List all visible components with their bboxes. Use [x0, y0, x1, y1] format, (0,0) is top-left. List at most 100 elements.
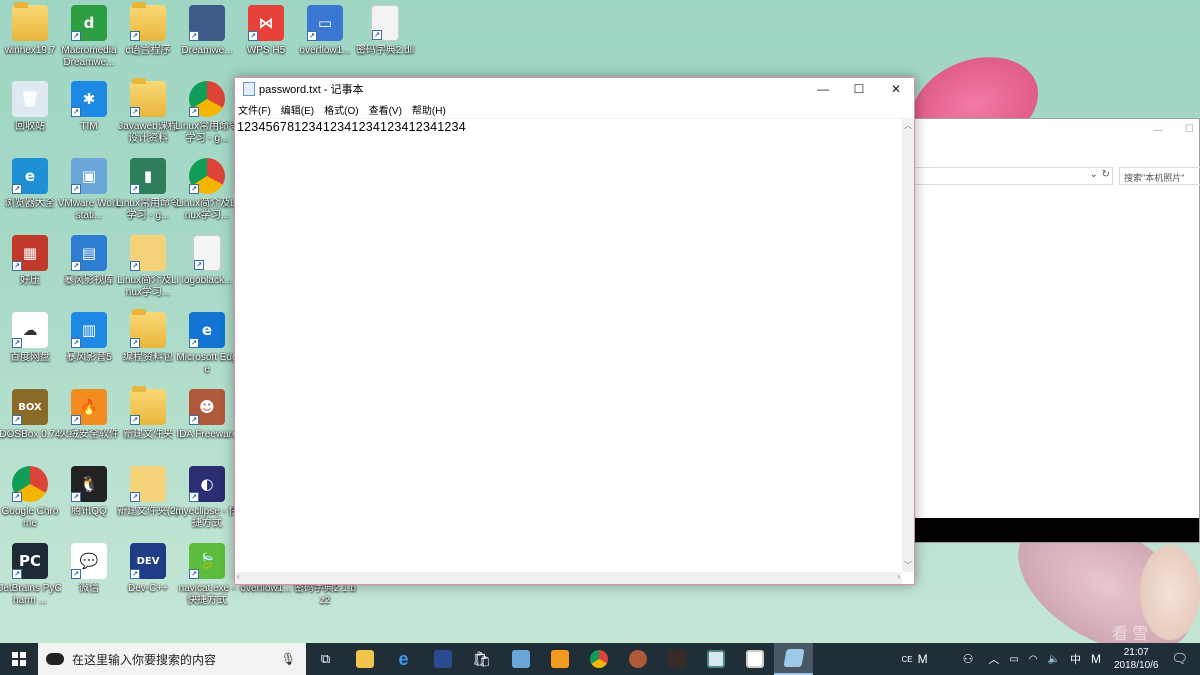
- desktop-icon[interactable]: ✱ ↗ TIM: [59, 81, 119, 153]
- desktop-icon[interactable]: ↗ logoblack...: [177, 235, 237, 307]
- desktop-icon[interactable]: e ↗ Microsoft Edge: [176, 312, 238, 384]
- desktop-icon[interactable]: DEV ↗ Dev-C++: [118, 543, 178, 615]
- folder-icon: ↗: [130, 386, 166, 425]
- menu-edit[interactable]: 编辑(E): [281, 102, 314, 117]
- taskbar-ida[interactable]: [618, 643, 657, 675]
- desktop-icon[interactable]: 🔥 ↗ 火绒安全软件: [59, 389, 119, 461]
- ime-zh[interactable]: 中: [1070, 651, 1081, 667]
- start-button[interactable]: [0, 643, 38, 675]
- desktop-icon[interactable]: ↗ 新建文件夹: [118, 386, 178, 461]
- menu-file[interactable]: 文件(F): [238, 102, 271, 117]
- ime-m2[interactable]: M: [1091, 652, 1101, 666]
- scroll-left-icon[interactable]: ‹: [237, 572, 240, 581]
- ime-m[interactable]: M: [918, 652, 928, 666]
- storm2-icon: ▥ ↗: [71, 312, 107, 348]
- desktop-icon[interactable]: PC ↗ JetBrains PyCharm ...: [0, 543, 62, 615]
- tim-icon: ✱ ↗: [71, 81, 107, 117]
- desktop-icon[interactable]: ↗ Google Chrome: [0, 466, 60, 538]
- desktop-icon[interactable]: ↗ 密码字典2.dll: [355, 5, 415, 77]
- taskbar-store[interactable]: 🛍: [462, 643, 501, 675]
- desktop-icon[interactable]: 🐧 ↗ 腾讯QQ: [59, 466, 119, 538]
- close-button[interactable]: ✕: [878, 78, 914, 100]
- desktop-icon[interactable]: ↗ c语言程序: [118, 2, 178, 77]
- taskbar-notepad[interactable]: [774, 643, 813, 675]
- scroll-down-icon[interactable]: ﹀: [904, 560, 912, 571]
- desktop-icon[interactable]: ↗ Linux常用命令学习 - g...: [175, 81, 239, 153]
- desktop-icon[interactable]: ▤ ↗ 暴风影视库: [59, 235, 119, 307]
- explorer-window[interactable]: — ☐ ⌄ ↻ 搜索"本机照片": [912, 118, 1200, 543]
- wechat-icon: 💬 ↗: [71, 543, 107, 579]
- menu-help[interactable]: 帮助(H): [412, 102, 446, 117]
- clock[interactable]: 21:07 2018/10/6: [1114, 646, 1159, 672]
- store-icon: 🛍: [471, 651, 492, 668]
- taskbar-photos[interactable]: [735, 643, 774, 675]
- watermark: 看雪: [1112, 626, 1153, 643]
- taskbar-chrome[interactable]: [579, 643, 618, 675]
- task-view-button[interactable]: ⧉: [306, 643, 345, 675]
- people-icon[interactable]: ⚇: [963, 652, 974, 666]
- desktop-icon[interactable]: ▥ ↗ 暴风影音5: [59, 312, 119, 384]
- desktop-icon[interactable]: 💬 ↗ 微信: [59, 543, 119, 615]
- desktop-icon[interactable]: e ↗ 浏览器大全: [0, 158, 60, 230]
- desktop-icon[interactable]: ↗ Linux简介及Linux学习...: [117, 235, 179, 307]
- address-bar[interactable]: ⌄ ↻: [913, 167, 1113, 185]
- notepad-window[interactable]: password.txt - 记事本 — ☐ ✕ 文件(F) 编辑(E) 格式(…: [234, 77, 915, 585]
- refresh-icon[interactable]: ↻: [1102, 169, 1110, 180]
- desktop-icon[interactable]: ▣ ↗ VMware Workstati...: [58, 158, 120, 230]
- maximize-icon[interactable]: ☐: [1185, 124, 1194, 135]
- taskbar-vmware[interactable]: [501, 643, 540, 675]
- desktop-icon[interactable]: ▦ ↗ 好压: [0, 235, 60, 307]
- taskbar-tim[interactable]: [540, 643, 579, 675]
- desktop-icon[interactable]: ↗ 编程资料包: [118, 309, 178, 384]
- desktop-icon[interactable]: ↗ 新建文件夹(2): [117, 466, 179, 538]
- desktop-icon-label: 腾讯QQ: [71, 506, 107, 517]
- scroll-right-icon[interactable]: ›: [897, 572, 900, 581]
- volume-icon[interactable]: 🔈: [1048, 654, 1060, 665]
- menu-format[interactable]: 格式(O): [324, 102, 358, 117]
- minimize-button[interactable]: —: [805, 78, 841, 100]
- desktop-icon[interactable]: winhex19.7: [0, 2, 60, 77]
- desktop-icon[interactable]: 🗑 回收站: [0, 81, 60, 153]
- desktop-icon[interactable]: ▮ ↗ Linux常用命令学习 - g...: [116, 158, 180, 230]
- menu-view[interactable]: 查看(V): [369, 102, 402, 117]
- desktop-icon[interactable]: ☻ ↗ IDA Freeware: [176, 389, 238, 461]
- desktop-icon[interactable]: 🍃 ↗ navicat.exe - 快捷方式: [177, 543, 237, 615]
- battery-icon[interactable]: ▭: [1009, 654, 1018, 665]
- taskbar-app-dark[interactable]: [657, 643, 696, 675]
- shortcut-arrow-icon: ↗: [71, 415, 81, 425]
- taskbar-edge[interactable]: e: [384, 643, 423, 675]
- vmware-icon: [511, 650, 530, 668]
- desktop-icon[interactable]: ⋈ ↗ WPS H5: [236, 5, 296, 77]
- chevron-down-icon[interactable]: ⌄: [1090, 169, 1098, 180]
- notification-icon[interactable]: 🗨: [1171, 651, 1188, 667]
- desktop-icon-label: Linux常用命令学习 - g...: [116, 198, 180, 221]
- desktop-icon[interactable]: d ↗ Macromedia Dreamwe...: [59, 5, 119, 77]
- notepad-icon: [243, 82, 255, 96]
- ime-ce[interactable]: CE: [901, 655, 912, 664]
- desktop-icon[interactable]: BOX ↗ DOSBox 0.74: [0, 389, 61, 461]
- desktop-icon[interactable]: ↗ Javaweb课程设计资料: [118, 78, 178, 153]
- chevron-up-icon[interactable]: ︿: [988, 651, 999, 667]
- wifi-icon[interactable]: ◠: [1029, 654, 1038, 665]
- microphone-icon[interactable]: 🎙: [281, 652, 296, 666]
- taskbar-explorer[interactable]: [345, 643, 384, 675]
- explorer-search-input[interactable]: 搜索"本机照片": [1119, 167, 1200, 185]
- notepad-title: password.txt - 记事本: [259, 84, 364, 96]
- notepad-title-bar[interactable]: password.txt - 记事本 — ☐ ✕: [235, 78, 914, 100]
- taskbar-devcpp[interactable]: [423, 643, 462, 675]
- taskbar-app-window[interactable]: [696, 643, 735, 675]
- desktop-icon[interactable]: ▭ ↗ overflow1...: [295, 5, 355, 77]
- horizontal-scrollbar[interactable]: ‹ ›: [235, 572, 902, 584]
- scroll-up-icon[interactable]: ︿: [904, 120, 912, 131]
- desktop-icon[interactable]: ◐ ↗ myeclipse - 快捷方式: [175, 466, 239, 538]
- editor-content[interactable]: 12345678123412341234123412341234: [235, 119, 914, 135]
- desktop-icon[interactable]: ☁ ↗ 百度网盘: [0, 312, 60, 384]
- taskbar-search[interactable]: 在这里输入你要搜索的内容 🎙: [38, 643, 306, 675]
- maximize-button[interactable]: ☐: [841, 78, 877, 100]
- desktop-icon[interactable]: ↗ Dreamwe...: [177, 5, 237, 77]
- vertical-scrollbar[interactable]: ︿ ﹀: [902, 119, 914, 572]
- desktop-icon-label: Dreamwe...: [181, 45, 233, 56]
- text-editor[interactable]: 12345678123412341234123412341234 ︿ ﹀ ‹ ›: [235, 118, 914, 584]
- minimize-icon[interactable]: —: [1153, 125, 1163, 136]
- desktop-icon[interactable]: ↗ Linux简介及Linux学习...: [176, 158, 238, 230]
